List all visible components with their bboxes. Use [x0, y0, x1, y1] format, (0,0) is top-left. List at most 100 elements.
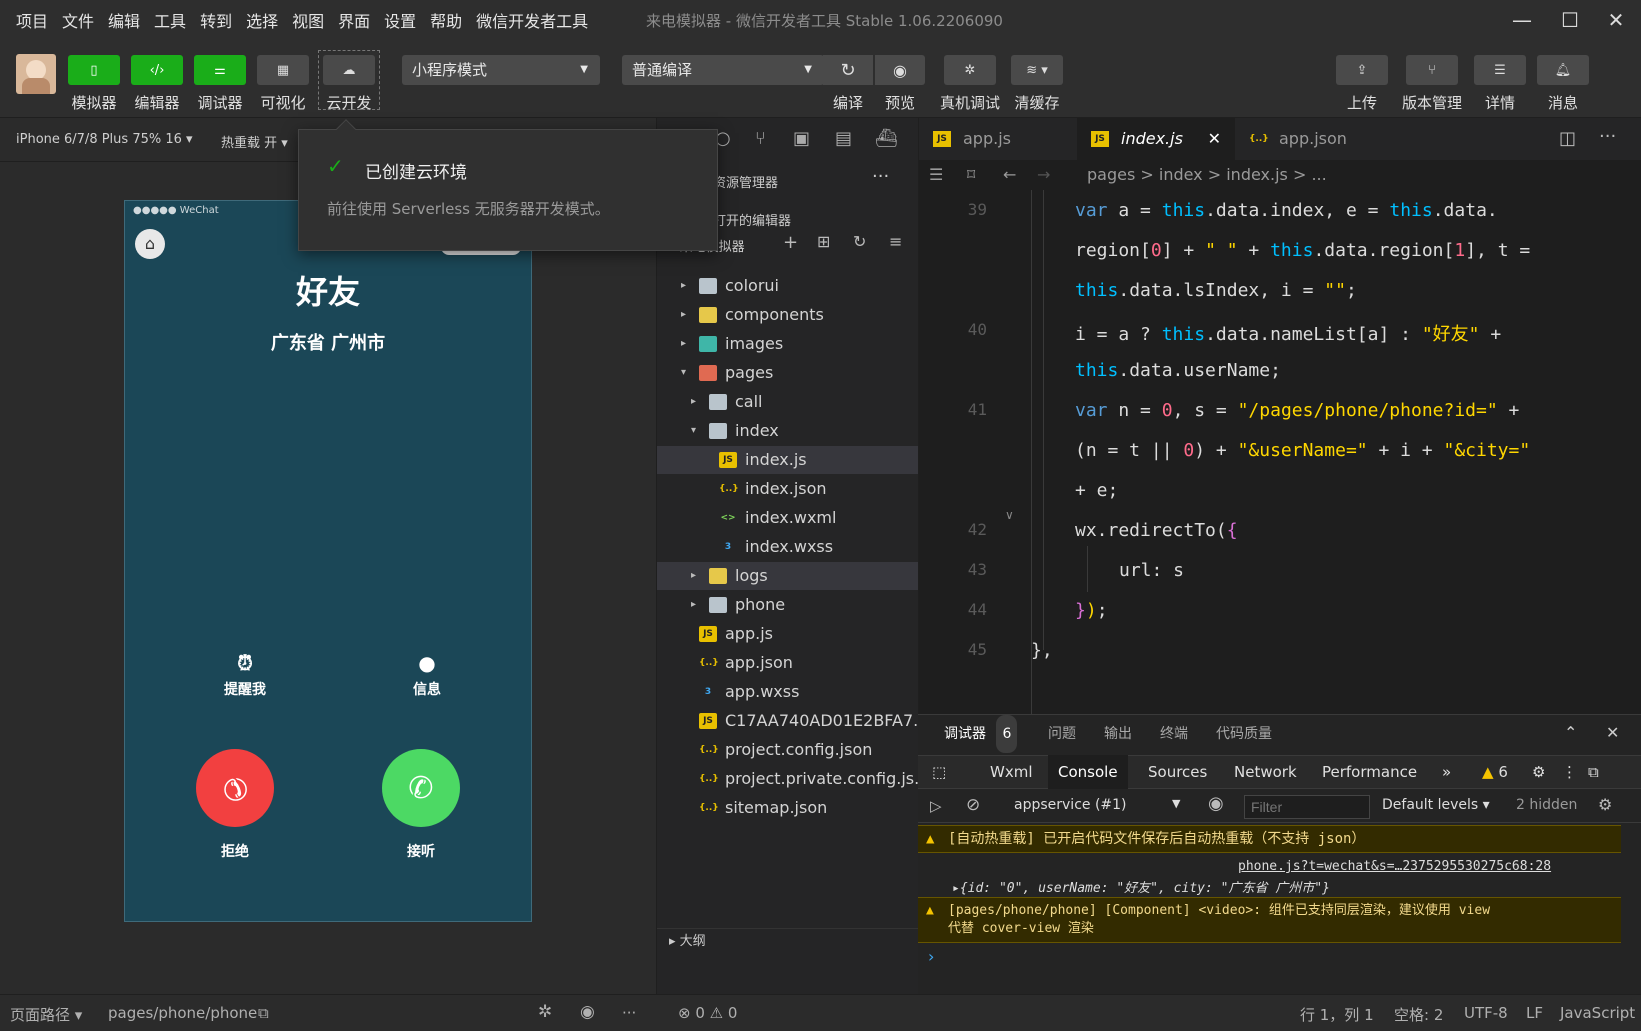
folder-item[interactable]: ▸ colorui — [657, 272, 919, 300]
folder-item[interactable]: ▸ call — [657, 388, 919, 416]
fold-icon[interactable]: ∨ — [1005, 508, 1014, 522]
menu-item-tools[interactable]: 工具 — [154, 8, 186, 32]
language-mode[interactable]: JavaScript — [1560, 1004, 1635, 1022]
more-icon[interactable]: ··· — [622, 1004, 636, 1022]
refresh-icon[interactable]: ↻ — [853, 232, 866, 251]
close-panel-icon[interactable]: ✕ — [1606, 723, 1619, 742]
minimize-icon[interactable]: — — [1508, 6, 1536, 34]
folder-item[interactable]: ▾ pages — [657, 359, 919, 387]
tab-wxml[interactable]: Wxml — [990, 755, 1033, 789]
breadcrumb-path[interactable]: pages > index > index.js > ... — [1087, 160, 1327, 190]
chevron-right-icon[interactable]: ▸ — [681, 330, 686, 358]
menu-item-view[interactable]: 视图 — [292, 8, 324, 32]
menu-item-file[interactable]: 文件 — [62, 8, 94, 32]
menu-item-help[interactable]: 帮助 — [430, 8, 462, 32]
menu-item-edit[interactable]: 编辑 — [108, 8, 140, 32]
copy-icon[interactable]: ⧉ — [258, 1004, 269, 1022]
more-tabs-icon[interactable]: » — [1442, 755, 1451, 789]
console-prompt[interactable]: › — [928, 947, 934, 966]
accept-button[interactable]: ✆ 接听 — [381, 749, 461, 861]
page-path-label[interactable]: 页面路径 ▾ — [10, 1004, 82, 1025]
forward-icon[interactable]: → — [1037, 160, 1050, 190]
warning-count[interactable]: ▲ 6 — [1482, 755, 1508, 789]
code-area[interactable]: 39 40 41 42 43 44 45 ∨ var a = this.data… — [919, 190, 1641, 714]
chevron-right-icon[interactable]: ▸ — [691, 591, 696, 619]
chevron-right-icon[interactable]: ▸ — [691, 562, 696, 590]
clear-console-icon[interactable]: ⊘ — [966, 795, 980, 815]
new-file-icon[interactable]: + — [783, 232, 798, 253]
version-button[interactable]: ⑂ — [1406, 55, 1458, 85]
console-log-object[interactable]: ▸{id: "0", userName: "好友", city: "广东省 广州… — [952, 877, 1330, 896]
open-editors-header[interactable]: 打开的编辑器 — [713, 210, 791, 229]
outline-icon[interactable]: ▤ — [835, 128, 852, 149]
console-settings-icon[interactable]: ⚙ — [1598, 795, 1612, 814]
file-item[interactable]: 3 app.wxss — [657, 678, 919, 706]
git-icon[interactable]: ⑂ — [755, 128, 766, 149]
file-item[interactable]: {..} app.json — [657, 649, 919, 677]
maximize-icon[interactable]: ☐ — [1556, 6, 1584, 34]
indentation[interactable]: 空格: 2 — [1394, 1004, 1443, 1025]
bug-icon[interactable]: ✲ — [538, 1002, 552, 1022]
caret-down-icon[interactable]: ▼ — [1172, 797, 1180, 810]
bookmark-icon[interactable]: ⌑ — [967, 160, 975, 190]
tab-index-js[interactable]: JS index.js ✕ — [1077, 118, 1235, 160]
menu-item-goto[interactable]: 转到 — [200, 8, 232, 32]
more-icon[interactable]: ··· — [872, 166, 889, 187]
file-item[interactable]: JS app.js — [657, 620, 919, 648]
eye-icon[interactable]: ◉ — [580, 1002, 595, 1022]
preview-button[interactable]: ◉ — [875, 55, 925, 85]
split-editor-icon[interactable]: ◫ — [1559, 128, 1576, 149]
tab-output[interactable]: 输出 — [1104, 715, 1132, 753]
tab-sources[interactable]: Sources — [1148, 755, 1207, 789]
avatar[interactable] — [16, 54, 56, 94]
tab-console[interactable]: Console — [1048, 755, 1128, 789]
simulator-button[interactable]: ▯ — [68, 55, 120, 85]
decline-button[interactable]: ✆ 拒绝 — [195, 749, 275, 861]
editor-button[interactable]: ‹/› — [131, 55, 183, 85]
chevron-right-icon[interactable]: ▸ — [681, 301, 686, 329]
encoding[interactable]: UTF-8 — [1464, 1004, 1508, 1022]
tab-problems[interactable]: 问题 — [1048, 715, 1076, 753]
details-button[interactable]: ☰ — [1474, 55, 1526, 85]
back-icon[interactable]: ← — [1003, 160, 1016, 190]
file-item[interactable]: {..} project.config.json — [657, 736, 919, 764]
menu-item-devtools[interactable]: 微信开发者工具 — [476, 8, 588, 32]
folder-item[interactable]: ▸ images — [657, 330, 919, 358]
settings-icon[interactable]: ⚙ — [1532, 755, 1545, 789]
menu-item-project[interactable]: 项目 — [16, 8, 48, 32]
list-icon[interactable]: ☰ — [929, 160, 943, 190]
remote-debug-button[interactable]: ✲ — [944, 55, 996, 85]
file-item[interactable]: JS index.js — [657, 446, 919, 474]
file-item[interactable]: {..} sitemap.json — [657, 794, 919, 822]
folder-item[interactable]: ▸ logs — [657, 562, 919, 590]
menu-item-select[interactable]: 选择 — [246, 8, 278, 32]
new-folder-icon[interactable]: ⊞ — [817, 232, 830, 251]
context-select[interactable]: appservice (#1) — [1014, 797, 1127, 813]
cloud-dev-button[interactable]: ☁ — [323, 55, 375, 85]
eye-icon[interactable]: ◉ — [1208, 793, 1224, 814]
chevron-down-icon[interactable]: ▾ — [681, 359, 686, 387]
file-item[interactable]: {..} index.json — [657, 475, 919, 503]
compile-select[interactable]: 普通编译 ▼ — [622, 55, 824, 85]
compile-button[interactable]: ↻ — [823, 55, 873, 85]
file-item[interactable]: <> index.wxml — [657, 504, 919, 532]
close-window-icon[interactable]: ✕ — [1602, 6, 1630, 34]
file-item[interactable]: 3 index.wxss — [657, 533, 919, 561]
toast-message[interactable]: 前往使用 Serverless 无服务器开发模式。 — [327, 198, 610, 219]
tab-terminal[interactable]: 终端 — [1160, 715, 1188, 753]
sidebar-toggle-icon[interactable]: ▷ — [930, 797, 942, 815]
chevron-up-icon[interactable]: ⌃ — [1564, 723, 1577, 742]
message-button[interactable]: ● 信息 — [395, 651, 459, 699]
line-ending[interactable]: LF — [1526, 1004, 1543, 1022]
page-path[interactable]: pages/phone/phone — [108, 1004, 257, 1022]
chevron-right-icon[interactable]: ▸ — [691, 388, 696, 416]
folder-item[interactable]: ▸ components — [657, 301, 919, 329]
tab-code-quality[interactable]: 代码质量 — [1216, 715, 1272, 753]
tab-network[interactable]: Network — [1234, 755, 1297, 789]
debugger-button[interactable]: ⚌ — [194, 55, 246, 85]
device-select[interactable]: iPhone 6/7/8 Plus 75% 16 ▾ — [16, 132, 193, 147]
chevron-down-icon[interactable]: ▾ — [691, 417, 696, 445]
tab-app-js[interactable]: JS app.js — [919, 118, 1077, 160]
outline-section[interactable]: ▸ 大纲 — [657, 928, 919, 954]
more-icon[interactable]: ··· — [1599, 126, 1616, 147]
